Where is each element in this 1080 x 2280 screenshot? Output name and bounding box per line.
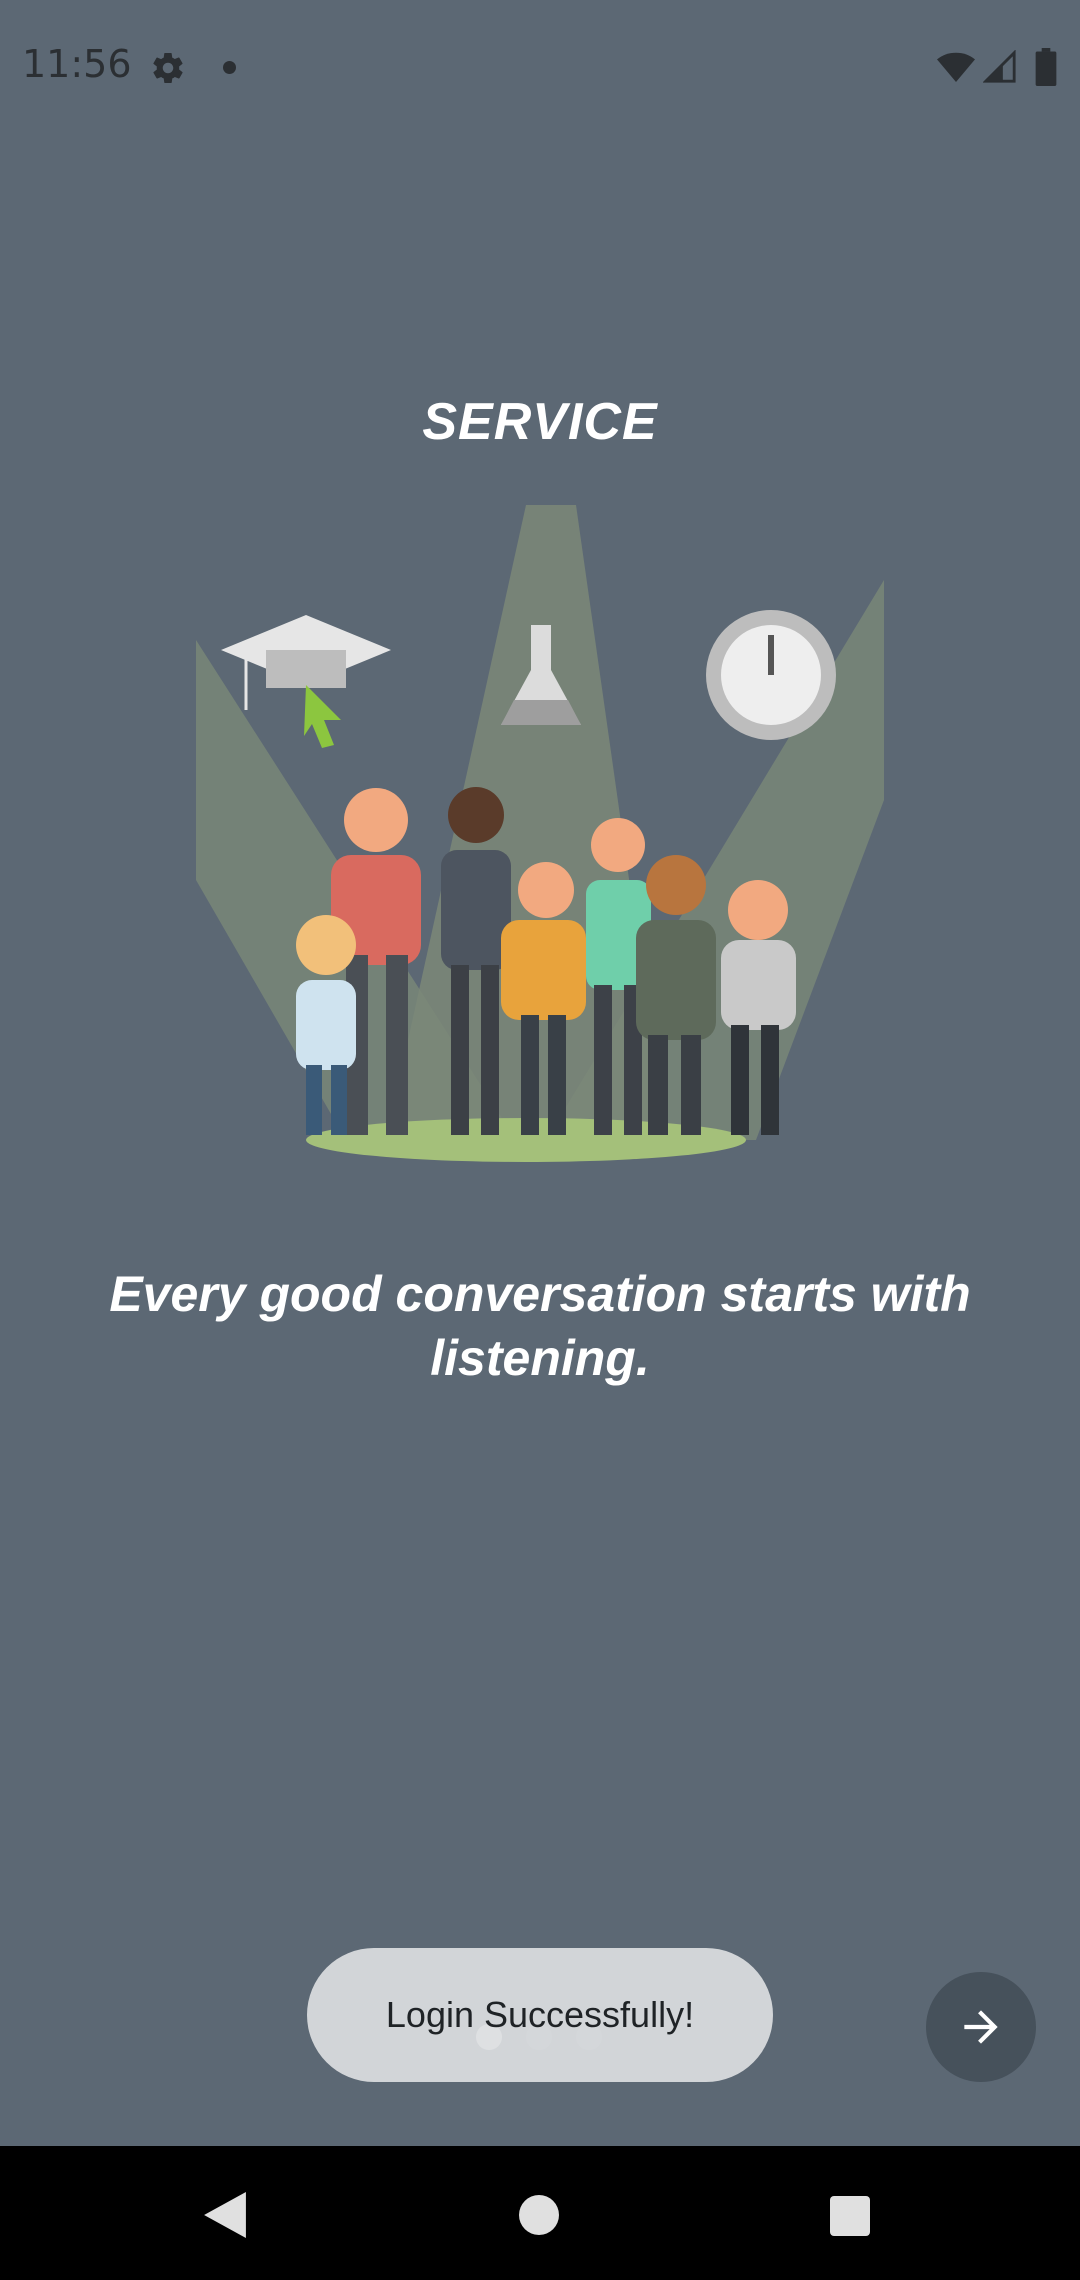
page-title: SERVICE bbox=[422, 393, 658, 451]
status-time: 11:56 bbox=[22, 42, 132, 86]
toast-text: Login Successfully! bbox=[385, 1994, 695, 2035]
tagline-text: Every good conversation starts with list… bbox=[109, 1266, 971, 1386]
arrow-right-icon bbox=[964, 2010, 998, 2044]
notification-dot-icon bbox=[223, 61, 236, 74]
onboarding-screen: 11:56 SERVICE Every good conversation st… bbox=[0, 0, 1080, 2280]
next-button[interactable] bbox=[926, 1972, 1036, 2082]
status-bar: 11:56 bbox=[0, 0, 1080, 136]
navigation-bar bbox=[0, 2146, 1080, 2280]
wifi-icon bbox=[937, 52, 975, 83]
recents-icon[interactable] bbox=[830, 2196, 870, 2236]
people-under-spotlights-illustration bbox=[196, 505, 884, 1162]
toast-message: Login Successfully! bbox=[307, 1948, 773, 2082]
home-icon[interactable] bbox=[519, 2195, 559, 2235]
gear-icon bbox=[153, 53, 183, 84]
signal-icon bbox=[983, 50, 1016, 83]
back-icon[interactable] bbox=[204, 2192, 246, 2238]
battery-icon bbox=[1035, 48, 1057, 86]
